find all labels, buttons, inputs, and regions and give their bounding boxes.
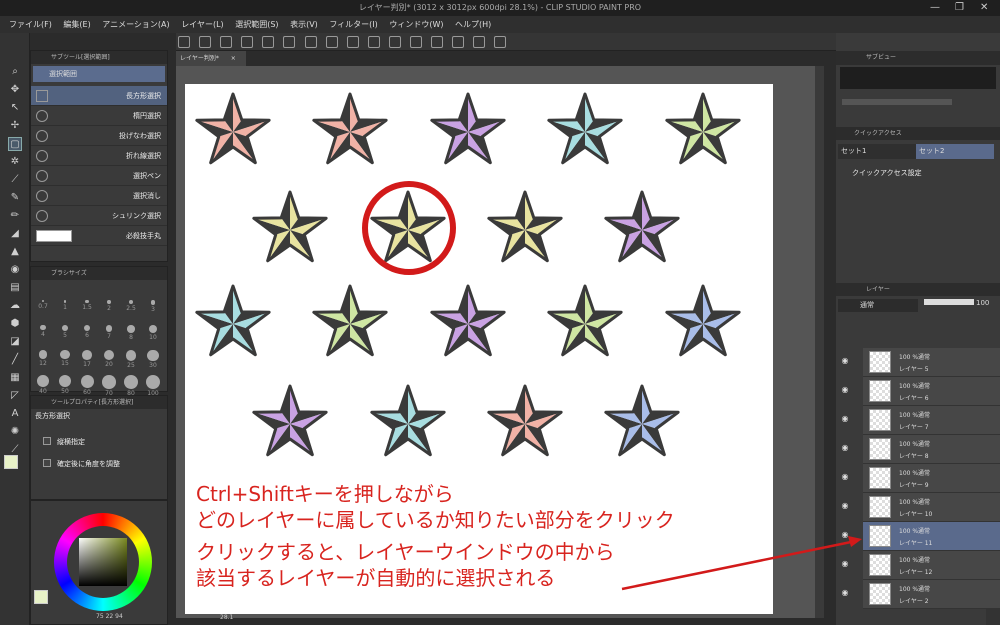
annotation-arrow bbox=[621, 536, 862, 591]
